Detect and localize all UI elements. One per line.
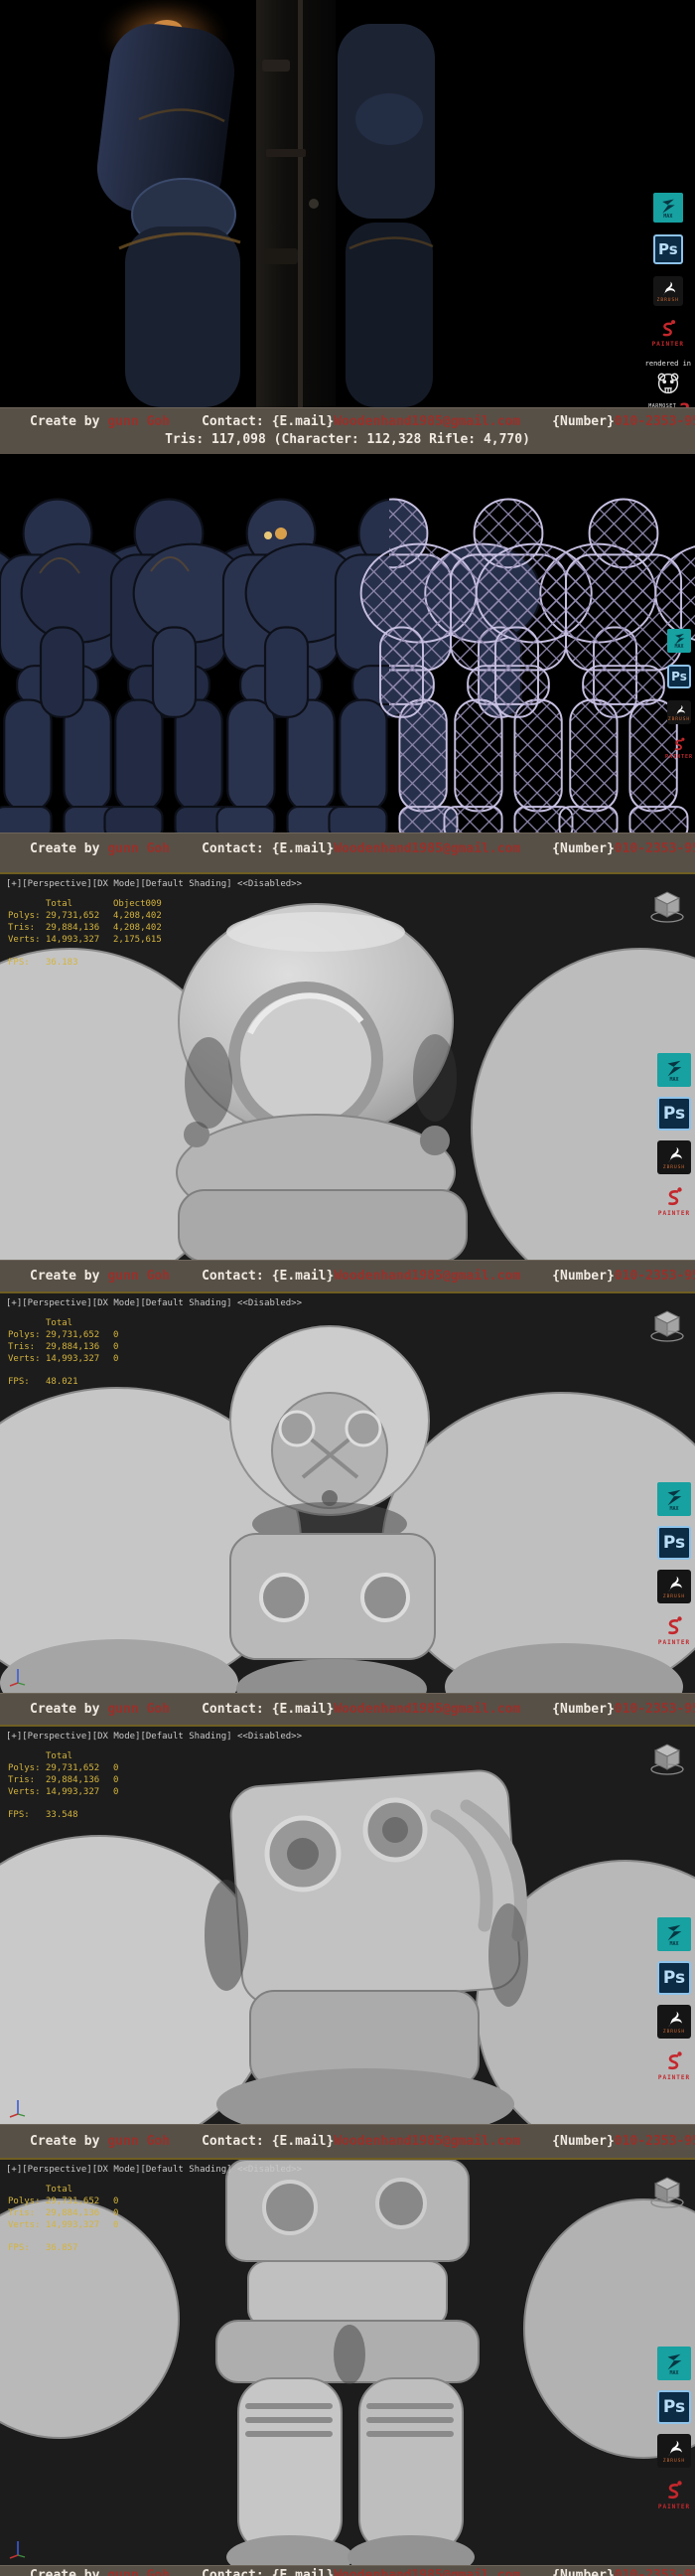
photoshop-icon: Ps	[657, 2390, 691, 2424]
viewport-front-upper-body: [+][Perspective][DX Mode][Default Shadin…	[0, 1291, 695, 1693]
software-stack: MAX Ps ZBRUSH PAINTER rendered in MARMOS…	[645, 193, 691, 407]
credit-bar-5: Create bygunn Goh Contact:{E.mail}Wooden…	[0, 2124, 695, 2158]
render-art-legs-rifle	[0, 0, 695, 407]
render-art-montage	[0, 454, 695, 833]
author-name: gunn Goh	[107, 413, 170, 430]
viewcube[interactable]	[647, 2172, 687, 2211]
credit-bar-3: Create bygunn Goh Contact:{E.mail}Wooden…	[0, 1260, 695, 1291]
viewport-label[interactable]: [+][Perspective][DX Mode][Default Shadin…	[6, 1732, 302, 1742]
phone-value: 010-2353-9564	[615, 413, 695, 430]
portfolio-sheet: MAX Ps ZBRUSH PAINTER rendered in MARMOS…	[0, 0, 695, 2576]
3dsmax-icon: MAX	[657, 1917, 691, 1951]
render-beauty-legs-rifle: MAX Ps ZBRUSH PAINTER rendered in MARMOS…	[0, 0, 695, 407]
photoshop-icon: Ps	[653, 234, 683, 264]
substance-painter-icon: PAINTER	[657, 2478, 691, 2511]
zbrush-icon: ZBRUSH	[657, 2434, 691, 2468]
software-stack: MAX Ps ZBRUSH PAINTER	[657, 1053, 691, 1228]
substance-painter-icon: PAINTER	[667, 736, 691, 760]
credit-bar-4: Create bygunn Goh Contact:{E.mail}Wooden…	[0, 1693, 695, 1725]
zbrush-icon: ZBRUSH	[653, 276, 683, 306]
3dsmax-icon: MAX	[657, 2347, 691, 2380]
credit-line: Create by gunn Goh Contact: {E.mail}Wooden…	[0, 408, 695, 430]
tris-count-line: Tris: 117,098 (Character: 112,328 Rifle:…	[0, 432, 695, 447]
render-turnaround-wireframe: MAX Ps ZBRUSH PAINTER	[0, 454, 695, 833]
3dsmax-icon: MAX	[667, 629, 691, 653]
viewport-statistics: TotalObject009 Polys:29,731,6524,208,402…	[8, 898, 162, 969]
world-axis-icon	[8, 2539, 28, 2559]
photoshop-icon: Ps	[657, 1526, 691, 1560]
photoshop-icon: Ps	[657, 1097, 691, 1131]
create-by-label: Create by	[30, 413, 99, 430]
software-stack: MAX Ps ZBRUSH PAINTER	[657, 1482, 691, 1657]
viewport-statistics: Total Polys:29,731,6520 Tris:29,884,1360…	[8, 1750, 118, 1821]
email-bracket: {E.mail}	[272, 413, 335, 430]
3dsmax-icon: MAX	[657, 1053, 691, 1087]
substance-painter-icon: PAINTER	[657, 1613, 691, 1647]
viewcube[interactable]	[647, 886, 687, 926]
viewport-statistics: Total Polys:29,731,6520 Tris:29,884,1360…	[8, 1317, 118, 1388]
email-value: Woodenhand1985@gmail.com	[334, 413, 520, 430]
substance-painter-icon: PAINTER	[653, 318, 683, 348]
viewcube[interactable]	[647, 1739, 687, 1778]
credit-bar-1: Create by gunn Goh Contact: {E.mail}Wooden…	[0, 407, 695, 454]
zbrush-icon: ZBRUSH	[657, 1570, 691, 1603]
zbrush-icon: ZBRUSH	[657, 2005, 691, 2039]
world-axis-icon	[8, 2098, 28, 2118]
marmoset-toolbag-badge: rendered in MARMOSET TOOLBAG 2	[645, 360, 691, 407]
viewport-back-full-body: [+][Perspective][DX Mode][Default Shadin…	[0, 2158, 695, 2565]
credit-bar-2: Create bygunn Goh Contact:{E.mail}Wooden…	[0, 833, 695, 872]
zbrush-icon: ZBRUSH	[667, 700, 691, 724]
number-bracket: {Number}	[552, 413, 615, 430]
credit-bar-6: Create bygunn Goh Contact:{E.mail}Wooden…	[0, 2565, 695, 2576]
substance-painter-icon: PAINTER	[657, 2048, 691, 2082]
3dsmax-icon: MAX	[653, 193, 683, 223]
viewcube[interactable]	[647, 1305, 687, 1345]
software-stack: MAX Ps ZBRUSH PAINTER	[667, 629, 691, 772]
viewport-statistics: Total Polys:29,731,6520 Tris:29,884,1360…	[8, 2184, 118, 2254]
viewport-label[interactable]: [+][Perspective][DX Mode][Default Shadin…	[6, 2165, 302, 2175]
viewport-label[interactable]: [+][Perspective][DX Mode][Default Shadin…	[6, 1298, 302, 1308]
3dsmax-icon: MAX	[657, 1482, 691, 1516]
marmoset-skull-icon	[653, 370, 683, 399]
substance-painter-icon: PAINTER	[657, 1184, 691, 1218]
software-stack: MAX Ps ZBRUSH PAINTER	[657, 1917, 691, 2092]
viewport-back-top-detail: [+][Perspective][DX Mode][Default Shadin…	[0, 1725, 695, 2124]
world-axis-icon	[8, 1667, 28, 1687]
contact-label: Contact:	[202, 413, 264, 430]
software-stack: MAX Ps ZBRUSH PAINTER	[657, 2347, 691, 2521]
zbrush-icon: ZBRUSH	[657, 1140, 691, 1174]
photoshop-icon: Ps	[667, 665, 691, 688]
viewport-helmet-closeup: [+][Perspective][DX Mode][Default Shadin…	[0, 872, 695, 1260]
viewport-label[interactable]: [+][Perspective][DX Mode][Default Shadin…	[6, 879, 302, 889]
photoshop-icon: Ps	[657, 1961, 691, 1995]
